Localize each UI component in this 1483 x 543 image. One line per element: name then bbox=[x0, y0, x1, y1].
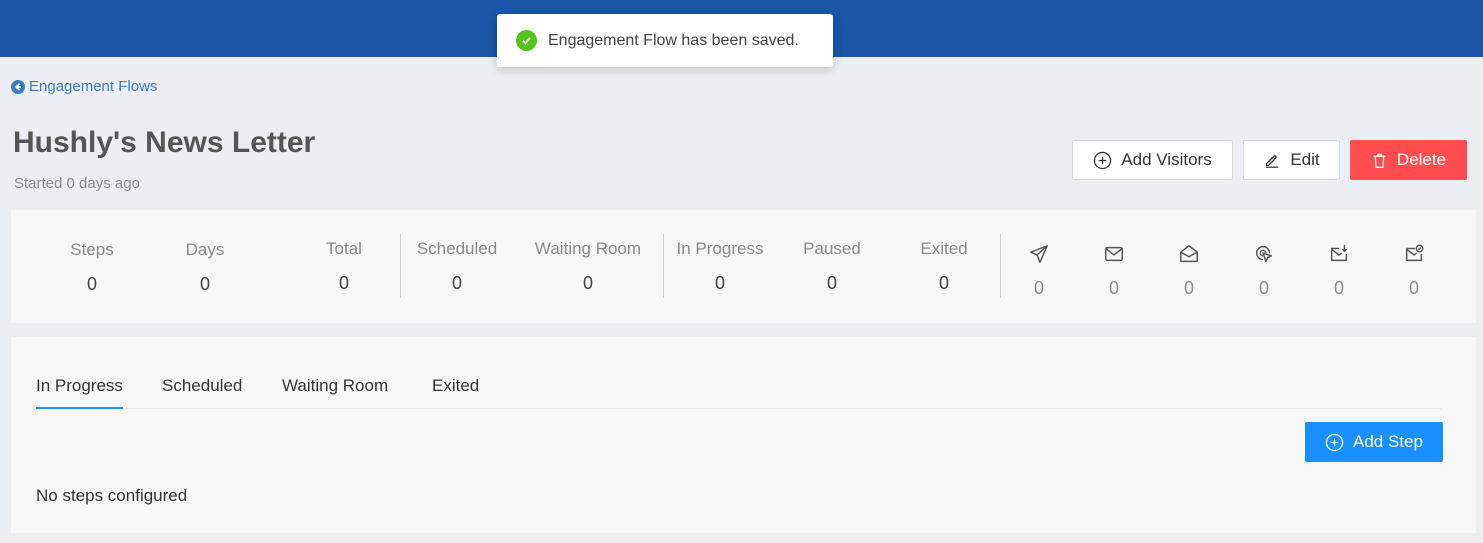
edit-label: Edit bbox=[1290, 150, 1320, 169]
check-circle-icon bbox=[516, 30, 537, 51]
stat-label: Days bbox=[185, 240, 225, 259]
tabs-bar: In Progress Scheduled Waiting Room Exite… bbox=[36, 366, 1441, 409]
mail-icon bbox=[1105, 246, 1123, 262]
stat-days: Days 0 bbox=[145, 240, 265, 295]
stat-paused: Paused 0 bbox=[772, 239, 892, 294]
stat-value: 0 bbox=[86, 274, 97, 294]
stat-in-progress: In Progress 0 bbox=[660, 239, 780, 294]
stat-value: 0 bbox=[938, 273, 949, 293]
send-icon bbox=[1030, 245, 1048, 263]
add-visitors-label: Add Visitors bbox=[1121, 150, 1212, 169]
stat-sent: 0 bbox=[1019, 243, 1059, 299]
stat-value: 0 bbox=[1183, 278, 1194, 298]
stats-bar: Steps 0 Days 0 Total 0 Scheduled 0 Waiti… bbox=[11, 210, 1476, 323]
steps-panel: In Progress Scheduled Waiting Room Exite… bbox=[11, 337, 1476, 533]
add-visitors-button[interactable]: Add Visitors bbox=[1072, 140, 1233, 180]
plus-circle-icon bbox=[1325, 433, 1344, 451]
stat-label: Steps bbox=[70, 240, 114, 259]
stat-value: 0 bbox=[451, 273, 462, 293]
stat-steps: Steps 0 bbox=[32, 240, 152, 295]
edit-icon bbox=[1266, 154, 1279, 168]
toast-message: Engagement Flow has been saved. bbox=[548, 31, 799, 49]
stat-value: 0 bbox=[1108, 278, 1119, 298]
stat-value: 0 bbox=[338, 273, 349, 293]
stat-value: 0 bbox=[1258, 278, 1269, 298]
click-icon bbox=[1255, 245, 1273, 263]
stat-delivered: 0 bbox=[1094, 243, 1134, 299]
stat-label: Total bbox=[326, 239, 362, 258]
tab-waiting-room[interactable]: Waiting Room bbox=[282, 376, 388, 409]
stat-total: Total 0 bbox=[284, 239, 404, 294]
mail-download-icon bbox=[1330, 244, 1348, 262]
edit-button[interactable]: Edit bbox=[1243, 140, 1340, 180]
stats-divider bbox=[1000, 234, 1001, 298]
plus-circle-icon bbox=[1094, 151, 1112, 169]
stat-opened: 0 bbox=[1169, 243, 1209, 299]
add-step-label: Add Step bbox=[1353, 432, 1423, 451]
mail-check-icon bbox=[1405, 244, 1424, 262]
stat-label: Paused bbox=[803, 239, 861, 258]
save-toast: Engagement Flow has been saved. bbox=[497, 14, 833, 67]
back-link-label: Engagement Flows bbox=[29, 78, 158, 95]
add-step-button[interactable]: Add Step bbox=[1305, 422, 1443, 462]
delete-label: Delete bbox=[1396, 150, 1447, 169]
stat-value: 0 bbox=[199, 274, 210, 294]
back-to-engagement-flows-link[interactable]: Engagement Flows bbox=[11, 78, 157, 95]
empty-steps-message: No steps configured bbox=[36, 486, 188, 505]
page-title: Hushly's News Letter bbox=[13, 126, 316, 159]
stat-value: 0 bbox=[1408, 278, 1419, 298]
page-subtitle: Started 0 days ago bbox=[14, 175, 140, 192]
stat-received: 0 bbox=[1319, 243, 1359, 299]
delete-button[interactable]: Delete bbox=[1350, 140, 1467, 180]
stat-clicked: 0 bbox=[1244, 243, 1284, 299]
stat-value: 0 bbox=[1033, 278, 1044, 298]
stat-value: 0 bbox=[826, 273, 837, 293]
mail-open-icon bbox=[1180, 245, 1198, 263]
stat-value: 0 bbox=[714, 273, 725, 293]
arrow-left-icon bbox=[11, 79, 25, 94]
stat-converted: 0 bbox=[1394, 243, 1434, 299]
stat-scheduled: Scheduled 0 bbox=[397, 239, 517, 294]
stat-label: Scheduled bbox=[416, 239, 498, 258]
tab-scheduled[interactable]: Scheduled bbox=[162, 376, 242, 409]
stat-value: 0 bbox=[1333, 278, 1344, 298]
tab-in-progress[interactable]: In Progress bbox=[36, 376, 123, 409]
stat-label: Exited bbox=[920, 239, 968, 258]
stat-value: 0 bbox=[582, 273, 593, 293]
stat-exited: Exited 0 bbox=[884, 239, 1004, 294]
stat-label: In Progress bbox=[676, 239, 764, 258]
stat-waiting-room: Waiting Room 0 bbox=[518, 239, 658, 294]
tab-exited[interactable]: Exited bbox=[432, 376, 479, 409]
stat-label: Waiting Room bbox=[534, 239, 642, 258]
trash-icon bbox=[1373, 153, 1386, 168]
